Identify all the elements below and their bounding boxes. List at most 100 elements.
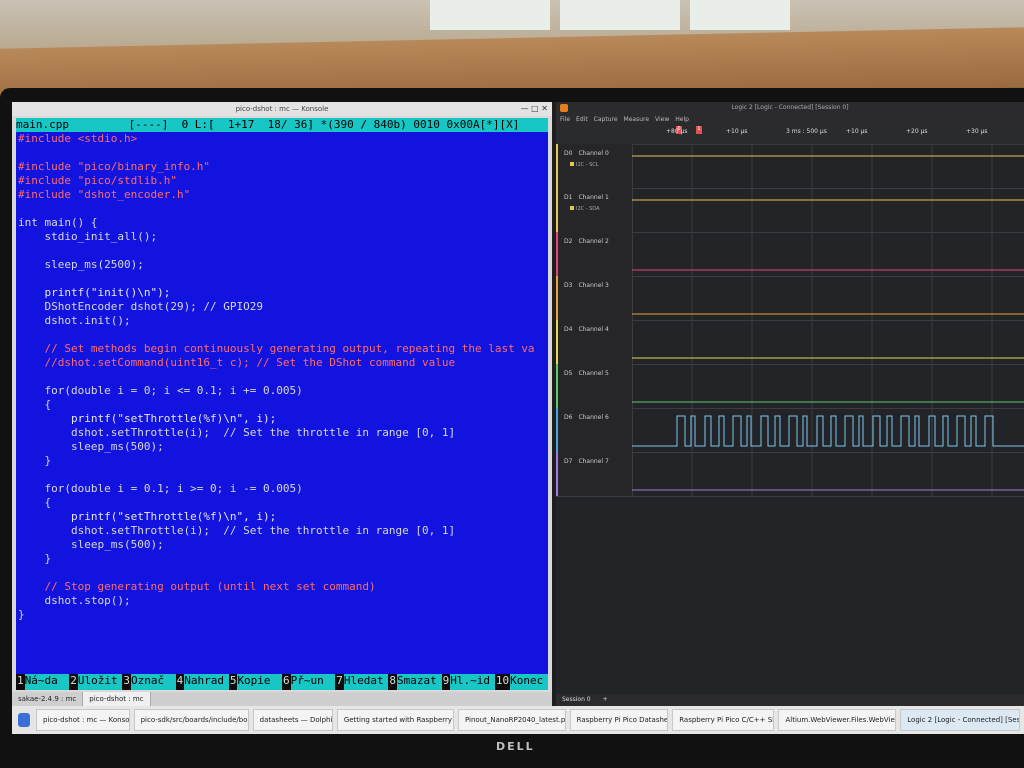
logic-menubar: File Edit Capture Measure View Help — [556, 114, 1024, 126]
window-controls[interactable]: — □ ✕ — [521, 102, 548, 116]
konsole-tab[interactable]: pico-dshot : mc — [83, 692, 151, 706]
logic-window: Logic 2 [Logic - Connected] [Session 0] … — [556, 102, 1024, 706]
channel-label[interactable]: D5 Channel 5 — [556, 364, 633, 408]
channel-label[interactable]: D7 Channel 7 — [556, 452, 633, 496]
code-line: { — [18, 496, 52, 509]
channel-name: D7 Channel 7 — [564, 458, 609, 465]
taskbar-item[interactable]: Logic 2 [Logic - Connected] [Sess... — [900, 709, 1020, 731]
channel-row-5[interactable]: D5 Channel 5 — [556, 364, 1024, 409]
analyzer-dot-icon — [570, 206, 574, 210]
logic-title: Logic 2 [Logic - Connected] [Session 0] — [731, 104, 849, 111]
channel-row-7[interactable]: D7 Channel 7 — [556, 452, 1024, 497]
menu-item-edit[interactable]: Edit — [576, 114, 588, 126]
fkey-4[interactable]: 4 Nahrad — [176, 674, 229, 690]
channel-color-bar — [556, 232, 558, 276]
taskbar-item[interactable]: Getting started with Raspberry P... — [336, 709, 454, 731]
fkey-7[interactable]: 7 Hledat — [335, 674, 389, 690]
fkey-5[interactable]: 5 Kopie — [229, 674, 283, 690]
channel-label[interactable]: D1 Channel 1 I2C - SDA — [556, 188, 633, 232]
menu-item-capture[interactable]: Capture — [594, 114, 618, 126]
fkey-number: 5 — [229, 674, 237, 687]
taskbar-item[interactable]: Raspberry Pi Pico Datasheet — [569, 709, 669, 731]
fkey-2[interactable]: 2 Uložit — [69, 674, 123, 690]
taskbar-item[interactable]: Pinout_NanoRP2040_latest.png — [457, 709, 566, 731]
taskbar-item[interactable]: datasheets — Dolphin — [252, 709, 333, 731]
analyzer-name: I2C - SDA — [576, 206, 600, 212]
mc-editor[interactable]: main.cpp [----] 0 L:[ 1+17 18/ 36] *(390… — [16, 118, 548, 690]
channel-label[interactable]: D6 Channel 6 — [556, 408, 633, 452]
window-pane — [690, 0, 790, 30]
code-line: stdio_init_all(); — [18, 230, 158, 243]
menu-item-help[interactable]: Help — [675, 114, 689, 126]
code-line: { — [18, 398, 52, 411]
fkey-number: 7 — [336, 674, 343, 687]
channel-row-0[interactable]: D0 Channel 0 I2C - SCL — [556, 144, 1024, 189]
channel-title: Channel 5 — [578, 370, 609, 377]
code-line: DShotEncoder dshot(29); // GPIO29 — [18, 300, 264, 313]
fkey-label: Hledat — [343, 674, 389, 690]
channel-color-bar — [556, 452, 558, 496]
code-line: dshot.setThrottle(i); // Set the throttl… — [18, 524, 456, 537]
fkey-8[interactable]: 8 Smazat — [388, 674, 442, 690]
fkey-number: 2 — [70, 674, 77, 687]
taskbar-item[interactable]: Raspberry Pi Pico C/C++ SDK — [672, 709, 775, 731]
fkey-9[interactable]: 9 Hl.~id — [442, 674, 495, 690]
channel-waveform[interactable] — [632, 276, 1024, 320]
channel-waveform[interactable] — [632, 364, 1024, 408]
app-launcher-icon[interactable] — [18, 713, 30, 727]
fkey-3[interactable]: 3 Označ — [122, 674, 176, 690]
menu-item-file[interactable]: File — [560, 114, 570, 126]
code-line: int main() { — [18, 216, 98, 229]
channel-row-1[interactable]: D1 Channel 1 I2C - SDA — [556, 188, 1024, 233]
fkey-6[interactable]: 6 Př~un — [282, 674, 336, 690]
channel-row-6[interactable]: D6 Channel 6 — [556, 408, 1024, 453]
time-ruler[interactable]: 0 1 +80 µs +10 µs 3 ms : 500 µs +10 µs +20 µ… — [556, 126, 1024, 145]
channel-waveform[interactable] — [632, 232, 1024, 276]
channel-id: D5 — [564, 370, 573, 377]
fkey-1[interactable]: 1 Ná~da — [16, 674, 70, 690]
channel-color-bar — [556, 408, 558, 452]
channel-label[interactable]: D2 Channel 2 — [556, 232, 633, 276]
channel-waveform[interactable] — [632, 144, 1024, 188]
editor-status-line: main.cpp [----] 0 L:[ 1+17 18/ 36] *(390… — [16, 118, 548, 132]
code-line: for(double i = 0; i <= 0.1; i += 0.005) — [18, 384, 303, 397]
code-line: sleep_ms(500); — [18, 538, 164, 551]
channel-row-3[interactable]: D3 Channel 3 — [556, 276, 1024, 321]
code-line: } — [18, 454, 52, 467]
channel-color-bar — [556, 188, 558, 232]
channel-waveform[interactable] — [632, 188, 1024, 232]
channel-color-bar — [556, 364, 558, 408]
channel-label[interactable]: D0 Channel 0 I2C - SCL — [556, 144, 633, 188]
channel-row-4[interactable]: D4 Channel 4 — [556, 320, 1024, 365]
new-session-button[interactable]: + — [597, 694, 614, 706]
channel-waveform[interactable] — [632, 452, 1024, 496]
ruler-label: +20 µs — [906, 128, 928, 135]
channel-waveform[interactable] — [632, 320, 1024, 364]
channel-row-2[interactable]: D2 Channel 2 — [556, 232, 1024, 277]
timing-marker-1[interactable]: 1 — [696, 126, 702, 134]
channel-label[interactable]: D3 Channel 3 — [556, 276, 633, 320]
ruler-label: +10 µs — [726, 128, 748, 135]
fkey-10[interactable]: 10 Konec — [495, 674, 549, 690]
menu-item-view[interactable]: View — [655, 114, 669, 126]
taskbar-item[interactable]: Altium.WebViewer.Files.WebView... — [778, 709, 897, 731]
session-tab[interactable]: Session 0 — [556, 694, 597, 706]
channel-label[interactable]: D4 Channel 4 — [556, 320, 633, 364]
konsole-window: pico-dshot : mc — Konsole — □ ✕ main.cpp… — [12, 102, 552, 734]
konsole-tab[interactable]: sakae-2.4.9 : mc — [12, 692, 84, 706]
code-line: dshot.init(); — [18, 314, 131, 327]
signal-trace — [632, 415, 1024, 447]
code-area[interactable]: #include <stdio.h> #include "pico/binary_… — [16, 132, 548, 622]
taskbar-item[interactable]: pico-dshot : mc — Konsole — [36, 709, 130, 731]
code-line: printf("setThrottle(%f)\n", i); — [18, 412, 277, 425]
session-tab-bar: Session 0 + — [556, 694, 1024, 706]
taskbar-item[interactable]: pico-sdk/src/boards/include/boa... — [133, 709, 249, 731]
menu-item-measure[interactable]: Measure — [624, 114, 650, 126]
channel-name: D6 Channel 6 — [564, 414, 609, 421]
analyzer-tag: I2C - SCL — [570, 162, 599, 168]
channel-waveform[interactable] — [632, 408, 1024, 452]
